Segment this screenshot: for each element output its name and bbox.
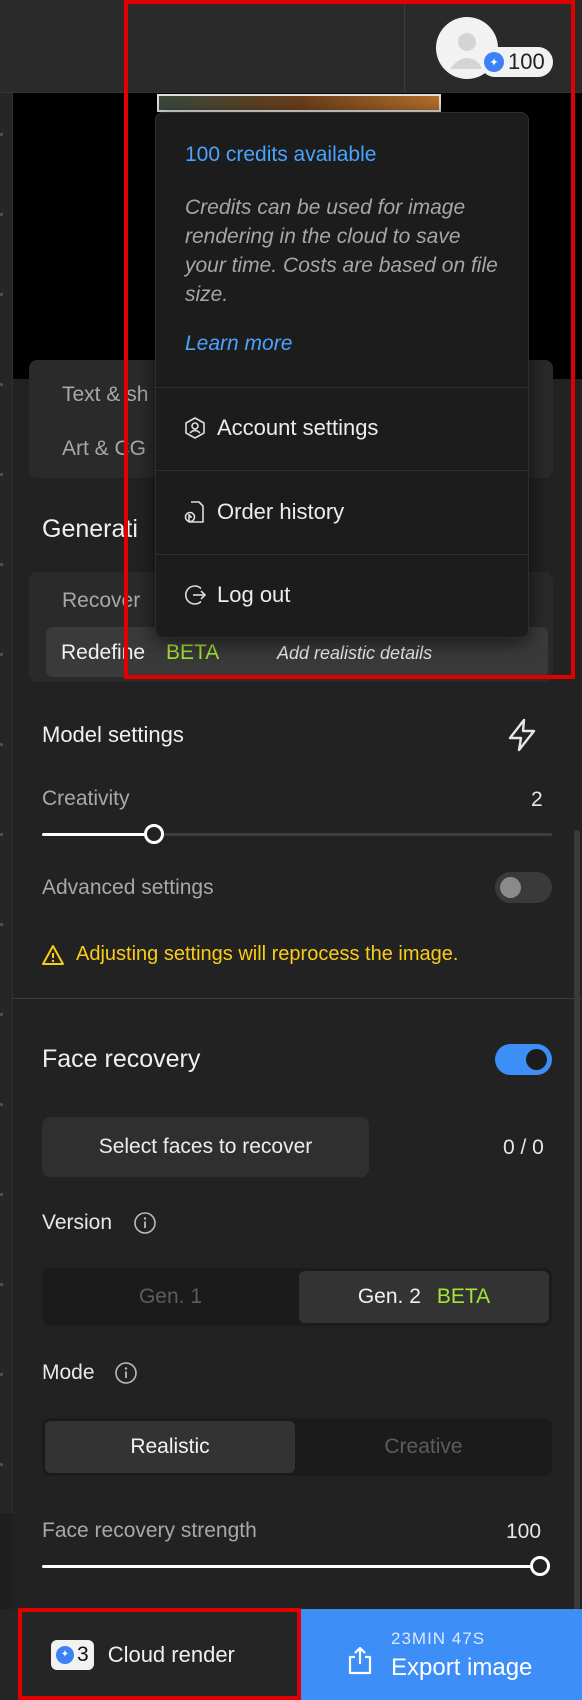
version-option-gen2[interactable]: Gen. 2 BETA xyxy=(299,1271,549,1323)
log-out-label: Log out xyxy=(217,582,291,607)
account-dropdown: 100 credits available Credits can be use… xyxy=(155,112,529,638)
left-rail xyxy=(0,93,13,1513)
mode-selector: Realistic Creative xyxy=(42,1418,552,1476)
learn-more-link[interactable]: Learn more xyxy=(185,332,292,356)
strength-value: 100 xyxy=(506,1520,542,1543)
generation-recover-option[interactable]: Recover xyxy=(62,589,140,613)
logout-icon xyxy=(185,585,207,605)
advanced-settings-toggle[interactable] xyxy=(495,872,552,903)
creativity-slider-fill xyxy=(42,833,154,836)
export-image-label: Export image xyxy=(391,1654,533,1681)
image-type-text-shapes[interactable]: Text & sh xyxy=(62,383,148,407)
cloud-credits-count: 3 xyxy=(77,1642,89,1666)
account-settings-label: Account settings xyxy=(217,415,379,440)
top-bar-divider xyxy=(404,0,405,93)
order-history-icon xyxy=(184,501,204,523)
account-icon xyxy=(185,417,205,439)
credit-coin-icon: ✦ xyxy=(484,52,504,72)
share-icon xyxy=(348,1646,372,1675)
toggle-knob xyxy=(526,1049,547,1070)
select-faces-button[interactable]: Select faces to recover xyxy=(42,1117,369,1177)
version-beta-badge: BETA xyxy=(436,1285,491,1308)
version-info-icon[interactable] xyxy=(133,1211,157,1235)
strength-label: Face recovery strength xyxy=(42,1519,257,1542)
redefine-hint: Add realistic details xyxy=(277,643,433,663)
creativity-slider-thumb[interactable] xyxy=(144,824,164,844)
generation-title: Generati xyxy=(42,515,138,543)
model-settings-title: Model settings xyxy=(42,722,184,747)
cloud-render-button[interactable]: ✦ 3 Cloud render xyxy=(18,1609,299,1700)
mode-label: Mode xyxy=(42,1361,95,1384)
mode-info-icon[interactable] xyxy=(114,1361,138,1385)
credits-count: 100 xyxy=(508,49,545,74)
top-bar: ✦ 100 xyxy=(0,0,582,93)
mode-option-creative[interactable]: Creative xyxy=(298,1421,549,1473)
reprocess-warning: Adjusting settings will reprocess the im… xyxy=(76,943,459,965)
account-settings-item[interactable]: Account settings xyxy=(156,387,528,469)
credits-description: Credits can be used for image rendering … xyxy=(185,196,498,306)
strength-slider-fill xyxy=(42,1565,540,1568)
creativity-value: 2 xyxy=(531,788,543,811)
cloud-credits-badge: ✦ 3 xyxy=(51,1639,94,1670)
order-history-label: Order history xyxy=(217,499,345,524)
toggle-knob xyxy=(500,877,521,898)
redefine-beta-badge: BETA xyxy=(166,641,220,664)
version-option-gen1[interactable]: Gen. 1 xyxy=(45,1271,296,1323)
version-option-gen1-label: Gen. 1 xyxy=(138,1285,203,1308)
face-recovery-title: Face recovery xyxy=(42,1045,201,1073)
face-recovery-toggle[interactable] xyxy=(495,1044,552,1075)
mode-option-realistic[interactable]: Realistic xyxy=(45,1421,295,1473)
export-time-estimate: 23MIN 47S xyxy=(391,1629,486,1648)
version-label: Version xyxy=(42,1211,113,1234)
panel-scrollbar[interactable] xyxy=(574,830,580,1610)
strength-slider-thumb[interactable] xyxy=(530,1556,550,1576)
export-image-button[interactable]: 23MIN 47S Export image xyxy=(300,1609,582,1700)
advanced-settings-label: Advanced settings xyxy=(42,876,214,899)
redefine-label: Redefine xyxy=(61,641,146,664)
select-faces-label: Select faces to recover xyxy=(98,1135,313,1158)
creativity-label: Creativity xyxy=(42,787,130,810)
section-divider xyxy=(13,998,582,999)
mode-option-realistic-label: Realistic xyxy=(130,1435,210,1458)
image-type-art-cg[interactable]: Art & CG xyxy=(62,437,146,461)
warning-icon xyxy=(42,945,64,965)
selected-faces-count: 0 / 0 xyxy=(503,1136,544,1159)
credit-coin-icon: ✦ xyxy=(56,1645,74,1664)
order-history-item[interactable]: Order history xyxy=(156,471,528,553)
cloud-render-label: Cloud render xyxy=(107,1641,235,1667)
version-option-gen2-label: Gen. 2 xyxy=(357,1285,421,1308)
version-selector: Gen. 1 Gen. 2 BETA xyxy=(42,1268,552,1326)
image-thumbnail[interactable] xyxy=(157,94,441,112)
lightning-icon[interactable] xyxy=(506,718,538,752)
credits-pill[interactable]: ✦ 100 xyxy=(480,47,553,77)
mode-option-creative-label: Creative xyxy=(384,1435,463,1458)
credits-available-heading: 100 credits available xyxy=(185,143,377,166)
log-out-item[interactable]: Log out xyxy=(156,554,528,636)
